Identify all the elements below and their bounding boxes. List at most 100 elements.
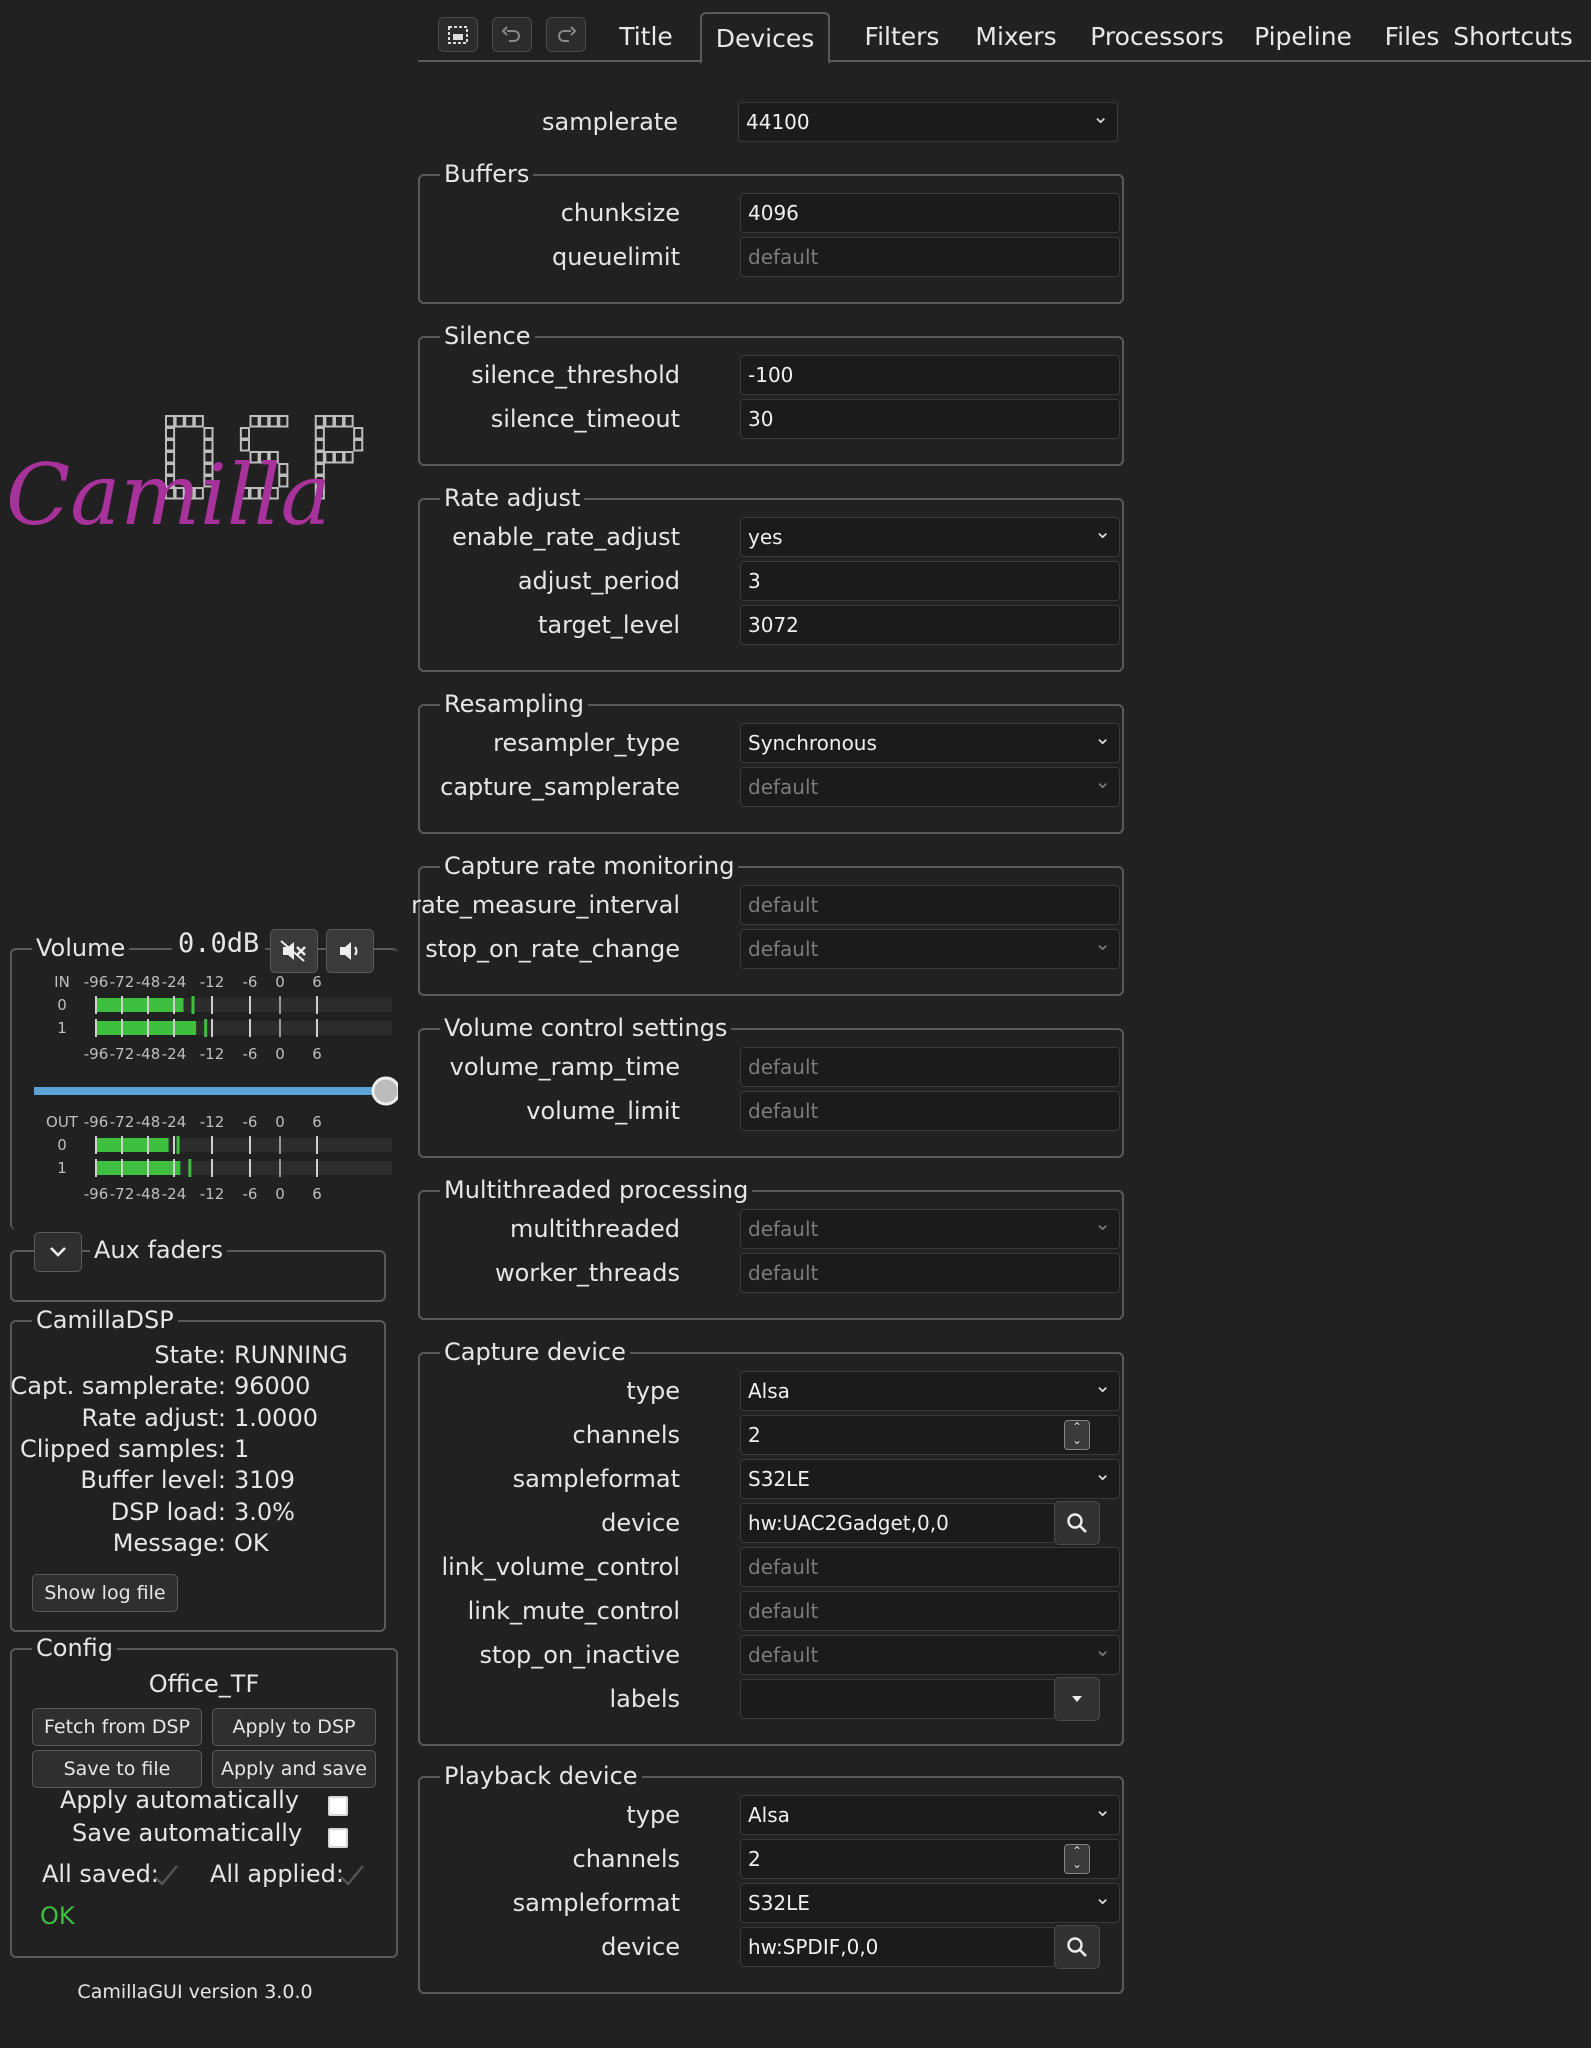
apply-and-save-button[interactable]: Apply and save — [212, 1750, 376, 1788]
undo-button[interactable] — [492, 17, 532, 52]
fetch-from-dsp-button[interactable]: Fetch from DSP — [32, 1708, 202, 1746]
out-meter-bar — [96, 1161, 181, 1175]
playback-device-input[interactable]: hw:SPDIF,0,0 — [740, 1927, 1056, 1967]
volume-control-group: Volume control settings volume_ramp_time… — [418, 1012, 1124, 1158]
in-meter-tick — [121, 1019, 123, 1037]
in-scale-top: -72 — [110, 975, 135, 991]
in-scale-bottom: -48 — [136, 1045, 161, 1063]
status-value: RUNNING — [234, 1341, 348, 1369]
speaker-muted-icon — [280, 940, 306, 962]
logo-graphic: Camilla — [6, 415, 364, 544]
out-scale-top: -96 — [84, 1113, 109, 1131]
queuelimit-row: queuelimit default — [420, 237, 1126, 277]
chunksize-row: chunksize 4096 — [420, 193, 1126, 233]
capture-device-label: device — [601, 1509, 680, 1537]
chevron-down-icon — [50, 1247, 66, 1257]
select-area-icon — [448, 25, 468, 44]
logo-pixel — [239, 427, 250, 440]
stop-on-rate-change-select[interactable]: default — [740, 929, 1120, 969]
samplerate-select[interactable]: 44100 — [738, 102, 1118, 142]
capture-device-input[interactable]: hw:UAC2Gadget,0,0 — [740, 1503, 1056, 1543]
tab-mixers[interactable]: Mixers — [954, 12, 1078, 62]
silence-threshold-row: silence_threshold -100 — [420, 355, 1126, 395]
logo-pixel — [343, 451, 354, 464]
logo-pixel — [333, 451, 345, 464]
stop-on-inactive-select[interactable]: default — [740, 1635, 1120, 1675]
capture-sampleformat-row: sampleformat S32LE — [420, 1459, 1126, 1499]
out-scale-bottom: -24 — [162, 1185, 187, 1203]
playback-type-row: type Alsa — [420, 1795, 1126, 1835]
capture-channels-input[interactable]: 2 — [740, 1415, 1120, 1455]
playback-type-select[interactable]: Alsa — [740, 1795, 1120, 1835]
buffers-group: Buffers chunksize 4096 queuelimit defaul… — [418, 158, 1126, 304]
tab-files[interactable]: Files — [1362, 12, 1462, 62]
silence-threshold-input[interactable]: -100 — [740, 355, 1120, 395]
capture-device-row: device hw:UAC2Gadget,0,0 — [420, 1501, 1126, 1545]
link-volume-control-input[interactable]: default — [740, 1547, 1120, 1587]
enable-rate-adjust-label: enable_rate_adjust — [452, 523, 680, 551]
out-scale-bottom: -72 — [110, 1185, 135, 1203]
silence-timeout-input[interactable]: 30 — [740, 399, 1120, 439]
worker-threads-input[interactable]: default — [740, 1253, 1120, 1293]
stop-on-rate-change-row: stop_on_rate_change default — [420, 929, 1126, 969]
queuelimit-input[interactable]: default — [740, 237, 1120, 277]
target-level-input[interactable]: 3072 — [740, 605, 1120, 645]
playback-channels-input[interactable]: 2 — [740, 1839, 1120, 1879]
in-meter-tick — [316, 996, 318, 1014]
labels-dropdown-button[interactable] — [1054, 1677, 1100, 1721]
capture-channels-stepper[interactable]: ⌃ ⌄ — [1064, 1420, 1090, 1450]
in-meter-tick — [211, 996, 213, 1014]
out-scale-top: -6 — [243, 1113, 258, 1131]
capture-type-select[interactable]: Alsa — [740, 1371, 1120, 1411]
tab-title[interactable]: Title — [608, 12, 684, 62]
rate-measure-interval-input[interactable]: default — [740, 885, 1120, 925]
tab-devices[interactable]: Devices — [700, 12, 830, 64]
apply-to-dsp-button[interactable]: Apply to DSP — [212, 1708, 376, 1746]
adjust-period-input[interactable]: 3 — [740, 561, 1120, 601]
tab-pipeline[interactable]: Pipeline — [1228, 12, 1378, 62]
in-meter-peak — [191, 996, 195, 1014]
capture-device-search-button[interactable] — [1054, 1501, 1100, 1545]
playback-sampleformat-select[interactable]: S32LE — [740, 1883, 1120, 1923]
status-value: 1 — [234, 1434, 250, 1463]
labels-input[interactable] — [740, 1679, 1056, 1719]
mute-button[interactable] — [270, 929, 318, 973]
out-meter-tick — [249, 1159, 251, 1177]
version-text: CamillaGUI version 3.0.0 — [77, 1981, 313, 2003]
volume-ramp-time-input[interactable]: default — [740, 1047, 1120, 1087]
multithreaded-select[interactable]: default — [740, 1209, 1120, 1249]
all-saved-check-icon — [154, 1865, 178, 1886]
aux-faders-panel: Aux faders — [10, 1232, 386, 1302]
in-meter-tick — [173, 996, 175, 1014]
redo-button[interactable] — [546, 17, 586, 52]
resampler-type-row: resampler_type Synchronous — [420, 723, 1126, 763]
playback-device-search-button[interactable] — [1054, 1925, 1100, 1969]
in-scale-bottom: -12 — [200, 1045, 225, 1063]
aux-faders-toggle[interactable] — [34, 1232, 82, 1272]
capture-sampleformat-select[interactable]: S32LE — [740, 1459, 1120, 1499]
link-mute-control-input[interactable]: default — [740, 1591, 1120, 1631]
tab-shortcuts[interactable]: Shortcuts — [1448, 12, 1578, 62]
labels-label: labels — [609, 1685, 680, 1713]
volume-limit-input[interactable]: default — [740, 1091, 1120, 1131]
tab-filters[interactable]: Filters — [840, 12, 964, 62]
show-log-button[interactable]: Show log file — [32, 1574, 178, 1612]
playback-channels-stepper[interactable]: ⌃ ⌄ — [1064, 1844, 1090, 1874]
out-scale-bottom: -6 — [243, 1185, 258, 1203]
capture-samplerate-select[interactable]: default — [740, 767, 1120, 807]
capture-channels-row: channels 2 ⌃ ⌄ — [420, 1415, 1126, 1455]
enable-rate-adjust-select[interactable]: yes — [740, 517, 1120, 557]
unmute-button[interactable] — [326, 929, 374, 973]
out-meter-peak — [188, 1159, 192, 1177]
logo-pixel — [314, 415, 325, 428]
out-meter-tick — [147, 1136, 149, 1154]
resampler-type-select[interactable]: Synchronous — [740, 723, 1120, 763]
save-to-file-button[interactable]: Save to file — [32, 1750, 202, 1788]
search-icon — [1067, 1937, 1087, 1957]
chunksize-input[interactable]: 4096 — [740, 193, 1120, 233]
stop-on-inactive-label: stop_on_inactive — [479, 1641, 680, 1669]
select-area-button[interactable] — [438, 17, 478, 52]
save-automatically-checkbox[interactable] — [328, 1828, 348, 1848]
apply-automatically-checkbox[interactable] — [328, 1796, 348, 1816]
tab-processors[interactable]: Processors — [1072, 12, 1242, 62]
